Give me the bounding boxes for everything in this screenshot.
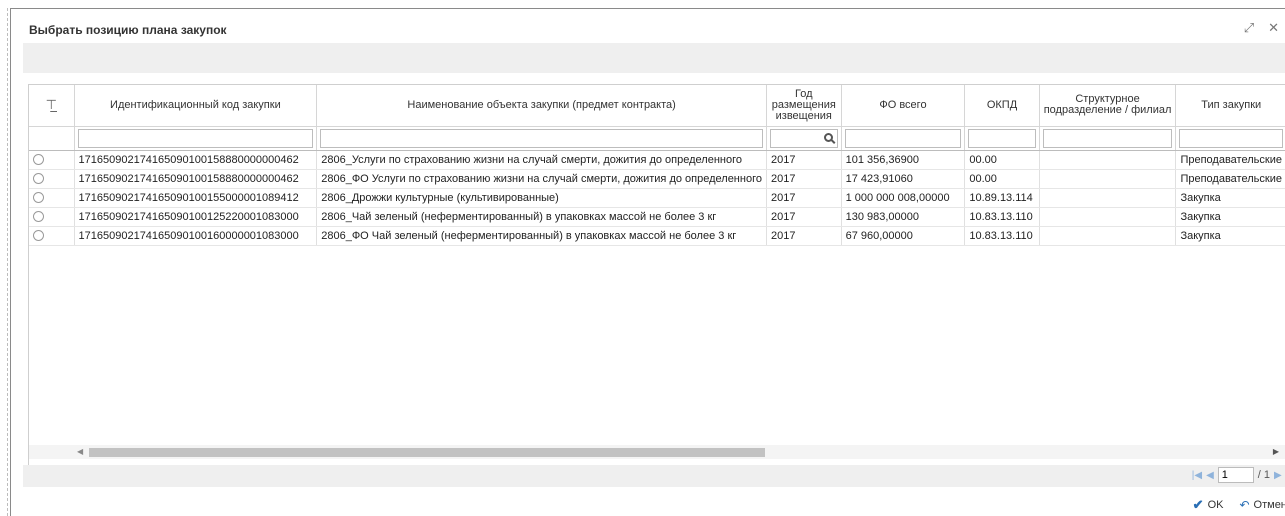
- cancel-label: Отмена: [1253, 499, 1285, 511]
- cell-code: 171650902174165090100160000001083000: [74, 226, 318, 246]
- row-radio[interactable]: [33, 211, 44, 223]
- cell-type: Закупка: [1175, 226, 1285, 246]
- first-page-icon[interactable]: |◀: [1192, 470, 1202, 481]
- scrollbar-thumb[interactable]: [89, 448, 765, 457]
- select-plan-position-dialog: Выбрать позицию плана закупок ⤢ ✕ ⊤̲ Иде…: [10, 8, 1285, 516]
- cell-code: 171650902174165090100125220001083000: [74, 207, 318, 227]
- table-row[interactable]: 171650902174165090100155000001089412 280…: [29, 188, 1285, 208]
- table-row[interactable]: 171650902174165090100160000001083000 280…: [29, 226, 1285, 246]
- cell-type: Преподавательские: [1175, 169, 1285, 189]
- undo-icon: ↶: [1239, 498, 1250, 512]
- page-total: / 1: [1257, 469, 1270, 481]
- cell-code: 171650902174165090100158880000000462: [74, 150, 318, 170]
- column-header[interactable]: ОКПД: [964, 85, 1040, 127]
- filter-input-fo[interactable]: [844, 128, 962, 148]
- cell-name: 2806_ФО Чай зеленый (неферментированный)…: [316, 226, 767, 246]
- plan-positions-grid: ⊤̲ Идентификационный код закупки Наимено…: [28, 84, 1285, 469]
- checkmark-icon: ✔: [1192, 497, 1204, 512]
- filter-cell-empty: [29, 126, 75, 151]
- filter-input-okpd[interactable]: [968, 128, 1036, 148]
- toolbar: [23, 43, 1285, 73]
- filter-icon[interactable]: ⊤̲: [46, 97, 57, 112]
- cell-division: [1039, 226, 1177, 246]
- cell-code: 171650902174165090100155000001089412: [74, 188, 318, 208]
- cell-okpd: 10.89.13.114: [964, 188, 1040, 208]
- cell-division: [1039, 207, 1177, 227]
- cell-type: Преподавательские: [1175, 150, 1285, 170]
- ok-button[interactable]: ✔ OK: [1193, 497, 1224, 513]
- cell-fo: 17 423,91060: [841, 169, 966, 189]
- next-page-icon[interactable]: ▶: [1274, 470, 1282, 481]
- table-row[interactable]: 171650902174165090100158880000000462 280…: [29, 169, 1285, 189]
- search-icon[interactable]: [823, 132, 833, 142]
- column-header[interactable]: Структурное подразделение / филиал: [1039, 85, 1177, 127]
- cell-okpd: 00.00: [964, 169, 1040, 189]
- pagination-bar: |◀ ◀ / 1 ▶ ▶|: [23, 465, 1285, 487]
- cell-fo: 67 960,00000: [841, 226, 966, 246]
- cell-code: 171650902174165090100158880000000462: [74, 169, 318, 189]
- cell-type: Закупка: [1175, 207, 1285, 227]
- filter-input-code[interactable]: [77, 128, 314, 148]
- scroll-right-icon[interactable]: ▶: [1273, 447, 1279, 456]
- cell-year: 2017: [766, 207, 842, 227]
- horizontal-scrollbar[interactable]: ◀ ▶: [29, 445, 1285, 459]
- table-row[interactable]: 171650902174165090100158880000000462 280…: [29, 150, 1285, 170]
- cell-okpd: 10.83.13.110: [964, 226, 1040, 246]
- column-header[interactable]: Идентификационный код закупки: [74, 85, 318, 127]
- row-radio[interactable]: [33, 154, 44, 166]
- table-row[interactable]: 171650902174165090100125220001083000 280…: [29, 207, 1285, 227]
- cell-name: 2806_ФО Услуги по страхованию жизни на с…: [316, 169, 767, 189]
- cell-fo: 101 356,36900: [841, 150, 966, 170]
- close-icon[interactable]: ✕: [1268, 21, 1279, 34]
- positions-table: ⊤̲ Идентификационный код закупки Наимено…: [29, 85, 1285, 246]
- row-radio[interactable]: [33, 192, 44, 204]
- cell-fo: 130 983,00000: [841, 207, 966, 227]
- scroll-left-icon[interactable]: ◀: [77, 447, 83, 456]
- page-number-input[interactable]: [1217, 467, 1254, 483]
- filter-input-type[interactable]: [1179, 128, 1283, 148]
- filter-input-name[interactable]: [320, 128, 763, 148]
- row-radio[interactable]: [33, 173, 44, 185]
- column-header[interactable]: ФО всего: [841, 85, 966, 127]
- expand-icon[interactable]: ⤢: [1244, 21, 1254, 34]
- cell-fo: 1 000 000 008,00000: [841, 188, 966, 208]
- filter-input-division[interactable]: [1042, 128, 1173, 148]
- cell-division: [1039, 188, 1177, 208]
- cancel-button[interactable]: ↶ Отмена: [1239, 498, 1285, 512]
- row-radio[interactable]: [33, 230, 44, 242]
- ok-label: OK: [1207, 499, 1224, 511]
- column-header[interactable]: Год размещения извещения: [766, 85, 842, 127]
- cell-year: 2017: [766, 226, 842, 246]
- dialog-title: Выбрать позицию плана закупок: [29, 23, 227, 37]
- cell-name: 2806_Дрожжи культурные (культивированные…: [316, 188, 767, 208]
- cell-name: 2806_Чай зеленый (неферментированный) в …: [316, 207, 767, 227]
- cell-name: 2806_Услуги по страхованию жизни на случ…: [316, 150, 767, 170]
- background-window-edge: [0, 0, 10, 516]
- filter-toggle-header[interactable]: ⊤̲: [29, 85, 75, 127]
- cell-division: [1039, 169, 1177, 189]
- cell-okpd: 10.83.13.110: [964, 207, 1040, 227]
- cell-year: 2017: [766, 188, 842, 208]
- column-header[interactable]: Наименование объекта закупки (предмет ко…: [316, 85, 767, 127]
- prev-page-icon[interactable]: ◀: [1206, 470, 1214, 481]
- cell-year: 2017: [766, 169, 842, 189]
- cell-division: [1039, 150, 1177, 170]
- cell-okpd: 00.00: [964, 150, 1040, 170]
- column-header[interactable]: Тип закупки: [1175, 85, 1285, 127]
- cell-year: 2017: [766, 150, 842, 170]
- cell-type: Закупка: [1175, 188, 1285, 208]
